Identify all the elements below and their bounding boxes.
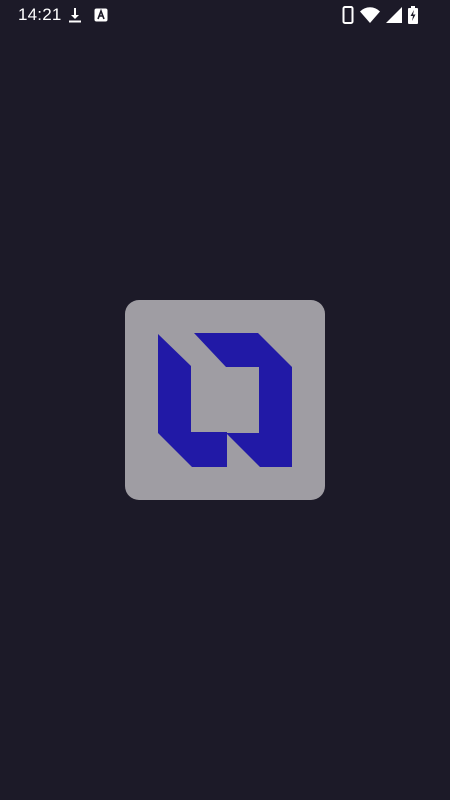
status-bar: 14:21 — [0, 0, 450, 30]
status-right-icons — [342, 6, 418, 24]
status-left-icons — [68, 6, 108, 24]
splash-logo-tile — [125, 300, 325, 500]
phone-icon — [342, 6, 354, 24]
status-time: 14:21 — [18, 5, 62, 24]
download-icon — [68, 7, 82, 23]
wifi-icon — [360, 7, 380, 23]
app-notification-icon — [94, 8, 108, 22]
battery-charging-icon — [408, 6, 418, 24]
cell-signal-icon — [386, 7, 402, 23]
splash-screen: 14:21 — [0, 0, 450, 800]
